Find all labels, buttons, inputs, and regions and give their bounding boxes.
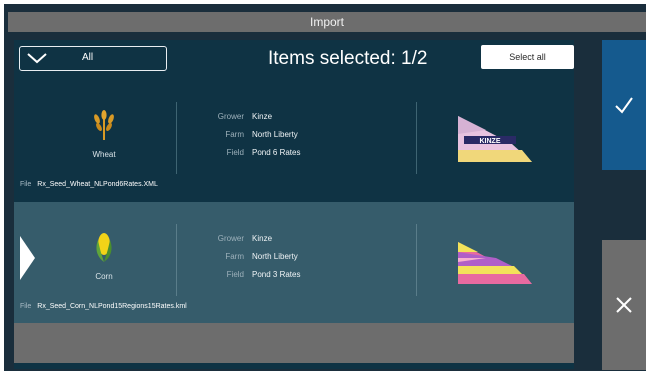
- file-path: File Rx_Seed_Wheat_NLPond6Rates.XML: [20, 181, 158, 188]
- divider: [416, 102, 417, 174]
- farm-value: North Liberty: [252, 252, 298, 261]
- file-label: File: [20, 303, 32, 310]
- thumbnail-label: KINZE: [480, 138, 501, 145]
- filter-label: All: [82, 52, 94, 63]
- file-name: Rx_Seed_Wheat_NLPond6Rates.XML: [37, 181, 158, 188]
- field-label: Field: [226, 148, 244, 157]
- farm-value: North Liberty: [252, 130, 298, 139]
- chevron-down-icon: [27, 53, 47, 64]
- item-details: Grower Kinze Farm North Liberty Field Pond …: [186, 112, 366, 166]
- farm-label: Farm: [225, 130, 244, 139]
- confirm-button[interactable]: [602, 40, 646, 170]
- field-value: Pond 6 Rates: [252, 148, 301, 157]
- wheat-icon: [94, 110, 114, 140]
- list-footer: [14, 323, 574, 363]
- crop-name: Wheat: [92, 150, 116, 159]
- field-map-thumbnail: KINZE: [458, 116, 532, 162]
- selection-pointer: [20, 236, 35, 280]
- corn-icon: [96, 233, 112, 262]
- import-item-wheat[interactable]: Wheat Grower Kinze Farm North Liberty Fiel…: [14, 80, 574, 201]
- field-value: Pond 3 Rates: [252, 270, 301, 279]
- import-item-corn[interactable]: Corn Grower Kinze Farm North Liberty Field…: [14, 202, 574, 323]
- field-map-thumbnail: [458, 242, 532, 284]
- divider: [176, 102, 177, 174]
- grower-value: Kinze: [252, 234, 273, 243]
- grower-label: Grower: [217, 234, 244, 243]
- field-label: Field: [226, 270, 244, 279]
- select-all-button[interactable]: Select all: [481, 45, 574, 69]
- check-icon: [615, 97, 633, 114]
- items-selected-count: Items selected: 1/2: [268, 48, 428, 69]
- farm-label: Farm: [225, 252, 244, 261]
- cancel-button[interactable]: [602, 240, 646, 370]
- file-name: Rx_Seed_Corn_NLPond15Regions15Rates.kml: [37, 303, 187, 310]
- divider: [176, 224, 177, 296]
- window-title: Import: [8, 12, 646, 32]
- file-label: File: [20, 181, 32, 188]
- grower-label: Grower: [217, 112, 244, 121]
- item-details: Grower Kinze Farm North Liberty Field Pond …: [186, 234, 366, 288]
- file-path: File Rx_Seed_Corn_NLPond15Regions15Rates.…: [20, 303, 187, 310]
- filter-dropdown[interactable]: All: [19, 46, 167, 71]
- grower-value: Kinze: [252, 112, 273, 121]
- close-icon: [616, 297, 632, 313]
- crop-name: Corn: [95, 272, 113, 281]
- divider: [416, 224, 417, 296]
